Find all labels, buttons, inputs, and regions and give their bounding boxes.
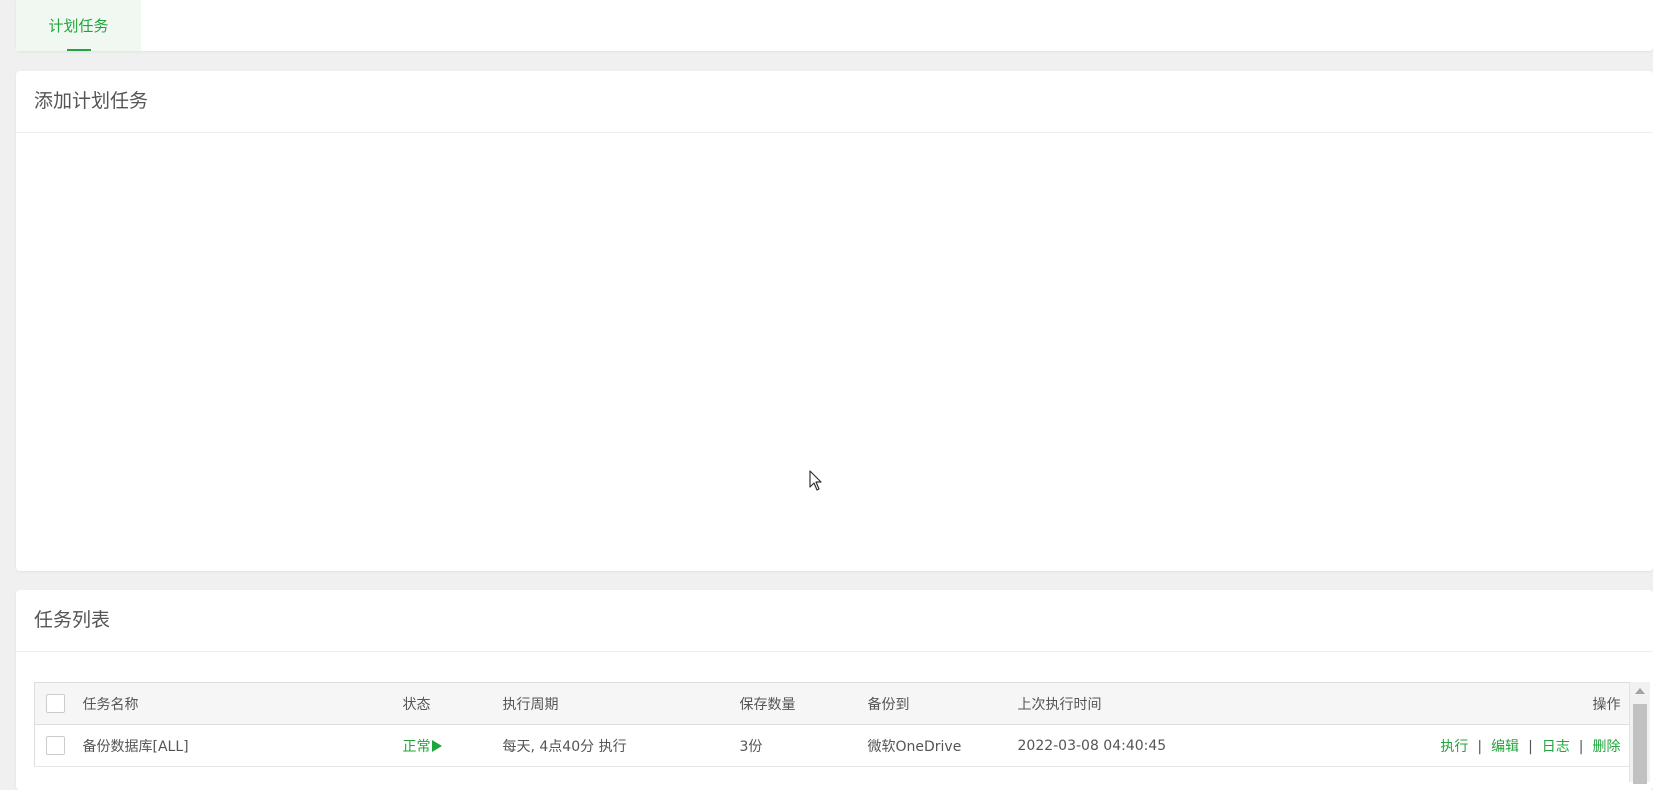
log-link[interactable]: 日志	[1542, 739, 1570, 755]
edit-link[interactable]: 编辑	[1491, 739, 1519, 755]
task-table-container: 任务名称 状态 执行周期 保存数量 备份到 上次执行时间 操作 备份数据库[AL…	[34, 682, 1650, 784]
task-list-panel: 任务列表 任务名称 状态 执行周期 保存数量 备份到 上次执行时间 操作 备份数…	[16, 590, 1653, 790]
task-keep-count: 3份	[739, 724, 868, 767]
tab-scheduled-tasks[interactable]: 计划任务	[16, 0, 141, 51]
task-name: 备份数据库[ALL]	[82, 724, 403, 767]
task-actions: 执行 | 编辑 | 日志 | 删除	[1397, 724, 1631, 767]
status-text: 正常	[402, 738, 431, 755]
header-last-run[interactable]: 上次执行时间	[1017, 682, 1398, 725]
header-backup-to[interactable]: 备份到	[867, 682, 1018, 725]
add-task-title: 添加计划任务	[16, 71, 1653, 133]
status-cell: 正常	[402, 724, 503, 767]
task-table: 任务名称 状态 执行周期 保存数量 备份到 上次执行时间 操作 备份数据库[AL…	[34, 682, 1631, 767]
header-keep-count[interactable]: 保存数量	[739, 682, 868, 725]
mouse-cursor-icon	[809, 470, 822, 491]
tab-bar: 计划任务	[16, 0, 1653, 51]
run-link[interactable]: 执行	[1440, 739, 1468, 755]
task-backup-to: 微软OneDrive	[867, 724, 1018, 767]
status-toggle[interactable]: 正常	[403, 739, 442, 755]
select-all-cell	[34, 682, 83, 725]
task-list-title: 任务列表	[16, 590, 1653, 652]
play-icon	[431, 739, 442, 752]
add-task-panel: 添加计划任务	[16, 71, 1653, 571]
table-header-row: 任务名称 状态 执行周期 保存数量 备份到 上次执行时间 操作	[34, 682, 1631, 725]
action-separator: |	[1528, 738, 1533, 755]
header-task-name[interactable]: 任务名称	[82, 682, 403, 725]
select-all-checkbox[interactable]	[46, 694, 65, 713]
tab-active-indicator	[66, 49, 91, 51]
table-row: 备份数据库[ALL] 正常 每天, 4点40分 执行 3份 微软OneDrive…	[34, 724, 1631, 767]
scroll-up-arrow-icon[interactable]	[1635, 688, 1645, 694]
action-separator: |	[1477, 738, 1483, 755]
table-scrollbar[interactable]	[1629, 682, 1650, 784]
header-period[interactable]: 执行周期	[502, 682, 740, 725]
header-actions: 操作	[1397, 682, 1631, 725]
task-period: 每天, 4点40分 执行	[502, 724, 740, 767]
action-separator: |	[1578, 738, 1584, 755]
scroll-thumb[interactable]	[1633, 704, 1647, 784]
tab-label: 计划任务	[48, 17, 109, 35]
row-checkbox[interactable]	[46, 736, 65, 755]
row-select-cell	[34, 724, 83, 767]
task-last-run: 2022-03-08 04:40:45	[1017, 724, 1398, 767]
delete-link[interactable]: 删除	[1593, 739, 1621, 755]
header-status[interactable]: 状态	[402, 682, 503, 725]
